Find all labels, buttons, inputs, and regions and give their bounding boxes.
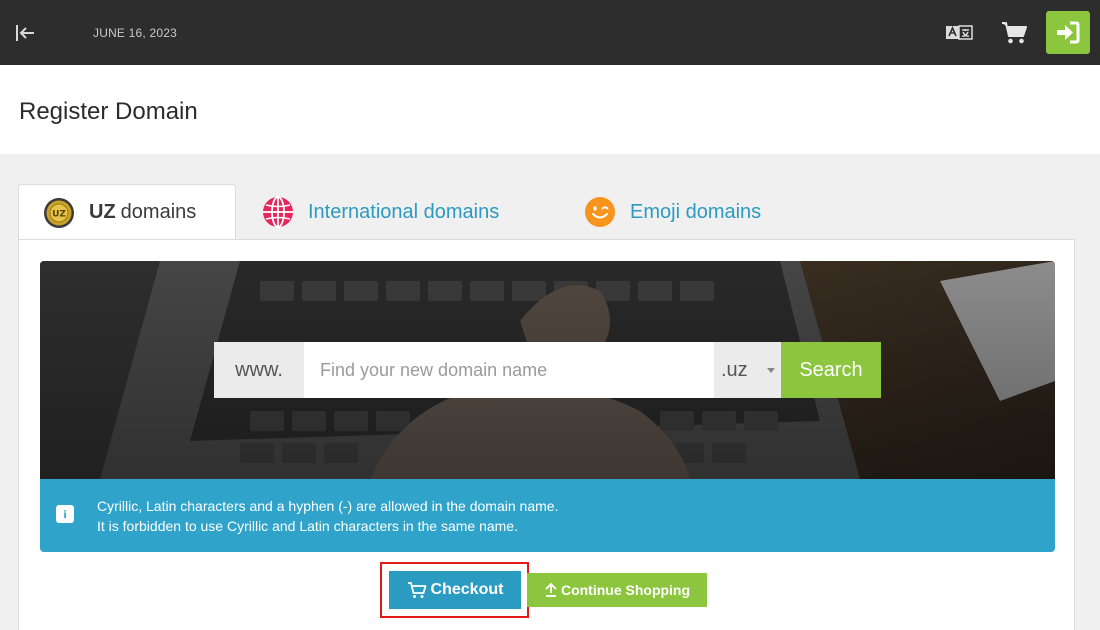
tab-uz-strong: UZ [89,201,116,223]
tab-international-label: International domains [308,200,500,223]
cart-icon [407,582,426,598]
www-prefix: www. [214,342,304,398]
notice-line-2: It is forbidden to use Cyrillic and Lati… [97,518,518,534]
tld-selected-value: .uz [721,358,748,381]
translate-icon [946,25,973,40]
tab-international-domains[interactable]: International domains [262,184,562,240]
tab-emoji-domains[interactable]: Emoji domains [584,184,824,240]
checkout-label: Checkout [430,581,504,598]
sign-in-icon [1057,21,1080,44]
page-header: Register Domain [0,65,1100,154]
tab-emoji-label: Emoji domains [630,200,762,223]
shopping-cart-icon [1002,22,1027,44]
svg-text:UZ: UZ [52,209,66,219]
domain-rules-notice: i Cyrillic, Latin characters and a hyphe… [40,479,1055,552]
checkout-button[interactable]: Checkout [389,571,521,609]
top-bar: JUNE 16, 2023 [0,0,1100,65]
continue-shopping-button[interactable]: Continue Shopping [527,573,707,607]
language-button[interactable] [945,22,973,44]
info-icon: i [56,505,74,523]
search-button[interactable]: Search [781,342,881,398]
cart-actions: Checkout Continue Shopping [19,562,1076,622]
search-hero: www. .uz Search [40,261,1055,479]
continue-shopping-label: Continue Shopping [560,582,691,598]
cart-button[interactable] [1000,20,1028,46]
upload-arrow-icon [545,582,557,597]
notice-line-1: Cyrillic, Latin characters and a hyphen … [97,498,559,514]
smiley-icon [585,197,615,227]
page-title: Register Domain [19,98,198,125]
domain-search-input[interactable] [304,342,714,398]
notice-text: Cyrillic, Latin characters and a hyphen … [97,496,558,536]
tld-select[interactable]: .uz [714,342,781,398]
domain-tabs: UZ UZ domains International domains Emoj… [18,184,1074,240]
globe-icon [263,196,293,228]
caret-down-icon [767,368,775,373]
login-button[interactable] [1046,11,1090,54]
arrow-left-to-line-icon [16,25,34,41]
tab-uz-domains[interactable]: UZ UZ domains [18,184,236,240]
tab-content-panel: www. .uz Search i Cyrillic, Latin charac… [18,239,1075,630]
tab-uz-label: domains [120,201,197,223]
uz-badge-icon: UZ [44,197,74,228]
current-date: JUNE 16, 2023 [93,26,177,40]
domain-search-form: www. .uz Search [214,342,881,398]
collapse-sidebar-button[interactable] [13,21,37,45]
